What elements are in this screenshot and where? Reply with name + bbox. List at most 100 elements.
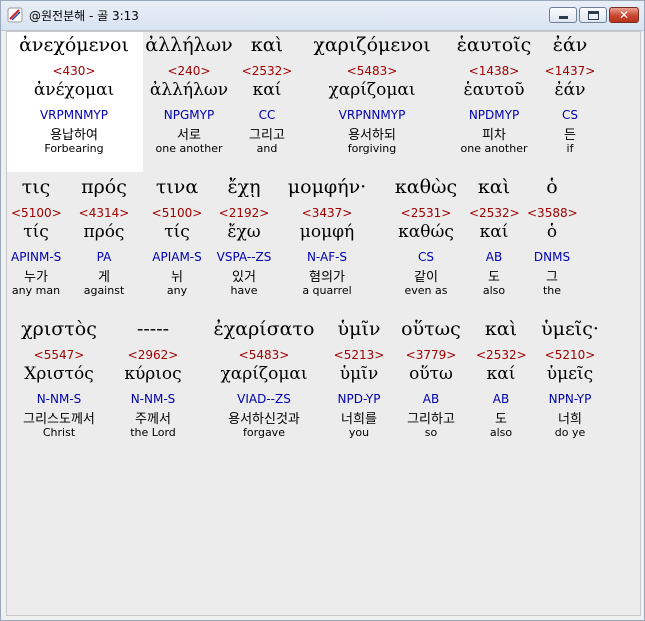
lemma: πρός	[83, 222, 125, 242]
greek-word: καθὼς	[394, 176, 458, 198]
word-cell[interactable]: ὑμῖν <5213> ὑμῖν NPD-YP 너희를 you	[329, 318, 389, 442]
english-gloss: the	[542, 284, 562, 297]
strong-number: <5547>	[33, 348, 85, 362]
korean-gloss: 서로	[177, 128, 201, 143]
english-gloss: any	[166, 284, 188, 297]
strong-number: <5100>	[11, 206, 62, 220]
strong-number: <2532>	[476, 348, 527, 362]
english-gloss: also	[489, 426, 513, 439]
word-cell[interactable]: ----- <2962> κύριος N-NM-S 주께서 the Lord	[113, 318, 193, 442]
parsing-code: VRPNNMYP	[338, 108, 406, 122]
maximize-button[interactable]	[579, 7, 607, 23]
lemma: χαρίζομαι	[220, 364, 308, 384]
greek-word: καὶ	[477, 176, 511, 198]
greek-word: ἐάν	[552, 34, 588, 56]
word-cell[interactable]: χαριζόμενοι <5483> χαρίζομαι VRPNNMYP 용서하되 fo…	[302, 34, 442, 158]
word-cell[interactable]: ἑαυτοῖς <1438> ἑαυτοῦ NPDMYP 피차 one another	[434, 34, 554, 158]
word-cell[interactable]: πρός <4314> πρός PA 게 against	[69, 176, 139, 300]
close-icon: ✕	[619, 8, 630, 22]
parsing-code: AB	[492, 392, 510, 406]
lemma: οὕτω	[409, 364, 453, 384]
korean-gloss: 용서하되	[348, 128, 396, 143]
lemma: χαρίζομαι	[328, 80, 416, 100]
english-gloss: you	[348, 426, 370, 439]
strong-number: <2532>	[469, 206, 520, 220]
parsing-code: CS	[418, 250, 434, 264]
english-gloss: the Lord	[130, 426, 176, 439]
lemma: Χριστός	[24, 364, 94, 384]
word-cell[interactable]: ἐχαρίσατο <5483> χαρίζομαι VIAD--ZS 용서하신것과 fo…	[204, 318, 324, 442]
app-window: @원전분해 - 골 3:13 ✕ ἀνεχόμενοι <430> ἀνέχομαι…	[0, 0, 645, 621]
parsing-code: VIAD--ZS	[237, 392, 291, 406]
lemma: τίς	[23, 222, 49, 242]
korean-gloss: 주께서	[135, 412, 171, 427]
word-cell[interactable]: καθὼς <2531> καθώς CS 같이 even as	[391, 176, 461, 300]
parsing-code: PA	[96, 250, 112, 264]
korean-gloss: 그리하고	[407, 412, 455, 427]
lemma: καθώς	[398, 222, 454, 242]
korean-gloss: 피차	[482, 128, 506, 143]
parsing-code: VRPMNMYP	[39, 108, 109, 122]
strong-number: <5213>	[333, 348, 385, 362]
lemma: ἀνέχομαι	[33, 80, 115, 100]
strong-number: <430>	[52, 64, 96, 78]
strong-number: <5483>	[238, 348, 290, 362]
greek-word: τις	[21, 176, 51, 198]
strong-number: <2532>	[241, 64, 293, 78]
strong-number: <1437>	[544, 64, 596, 78]
lemma: τίς	[164, 222, 190, 242]
korean-gloss: 그리고	[249, 128, 285, 143]
minimize-icon	[559, 16, 568, 19]
greek-word: -----	[136, 318, 170, 340]
strong-number: <3437>	[301, 206, 353, 220]
lemma: ὁ	[546, 222, 558, 242]
parsing-code: NPGMYP	[163, 108, 215, 122]
minimize-button[interactable]	[549, 7, 577, 23]
greek-word: ἀνεχόμενοι	[19, 34, 129, 56]
korean-gloss: 같이	[414, 270, 438, 285]
title-bar[interactable]: @원전분해 - 골 3:13 ✕	[1, 1, 644, 31]
parsing-code: CC	[258, 108, 276, 122]
korean-gloss: 누가	[24, 270, 48, 285]
word-cell[interactable]: τινα <5100> τίς APIAM-S 뉘 any	[142, 176, 212, 300]
english-gloss: any man	[11, 284, 61, 297]
strong-number: <5210>	[544, 348, 596, 362]
interlinear-view[interactable]: ἀνεχόμενοι <430> ἀνέχομαι VRPMNMYP 용납하여 Forbe…	[6, 31, 641, 616]
greek-word: καὶ	[484, 318, 518, 340]
word-cell[interactable]: καὶ <2532> καί AB 도 also	[469, 176, 520, 300]
word-cell[interactable]: καὶ <2532> καί CC 그리고 and	[237, 34, 297, 158]
close-button[interactable]: ✕	[609, 7, 639, 23]
word-cell[interactable]: καὶ <2532> καί AB 도 also	[476, 318, 527, 442]
lemma: μομφή	[299, 222, 355, 242]
strong-number: <3588>	[527, 206, 578, 220]
strong-number: <4314>	[78, 206, 130, 220]
word-cell[interactable]: ἀλλήλων <240> ἀλλήλων NPGMYP 서로 one another	[139, 34, 239, 158]
word-cell[interactable]: χριστὸς <5547> Χριστός N-NM-S 그리스도께서 Christ	[9, 318, 109, 442]
korean-gloss: 도	[495, 412, 507, 427]
word-cell[interactable]: οὕτως <3779> οὕτω AB 그리하고 so	[391, 318, 471, 442]
word-cell[interactable]: μομφήν· <3437> μομφή N-AF-S 혐의가 a quarrel	[272, 176, 382, 300]
lemma: ἐάν	[554, 80, 586, 100]
strong-number: <2962>	[127, 348, 179, 362]
word-cell[interactable]: ὑμεῖς· <5210> ὑμεῖς NPN-YP 너희 do ye	[530, 318, 610, 442]
greek-word: ὁ	[546, 176, 558, 198]
word-cell[interactable]: ἀνεχόμενοι <430> ἀνέχομαι VRPMNMYP 용납하여 Forbe…	[9, 34, 139, 158]
english-gloss: forgiving	[347, 142, 397, 155]
korean-gloss: 게	[98, 270, 110, 285]
word-cell[interactable]: τις <5100> τίς APINM-S 누가 any man	[11, 176, 62, 300]
english-gloss: if	[566, 142, 574, 155]
english-gloss: and	[256, 142, 278, 155]
parsing-code: NPD-YP	[337, 392, 381, 406]
parsing-code: NPN-YP	[548, 392, 592, 406]
parsing-code: AB	[485, 250, 503, 264]
greek-word: ἐχαρίσατο	[213, 318, 315, 340]
parsing-code: AB	[422, 392, 440, 406]
korean-gloss: 뉘	[171, 270, 183, 285]
korean-gloss: 도	[488, 270, 500, 285]
parsing-code: DNMS	[533, 250, 571, 264]
word-cell[interactable]: ὁ <3588> ὁ DNMS 그 the	[527, 176, 578, 300]
word-cell[interactable]: ἐάν <1437> ἐάν CS 든 if	[540, 34, 600, 158]
parsing-code: CS	[562, 108, 578, 122]
parsing-code: N-NM-S	[130, 392, 176, 406]
lemma: ὑμῖν	[339, 364, 379, 384]
